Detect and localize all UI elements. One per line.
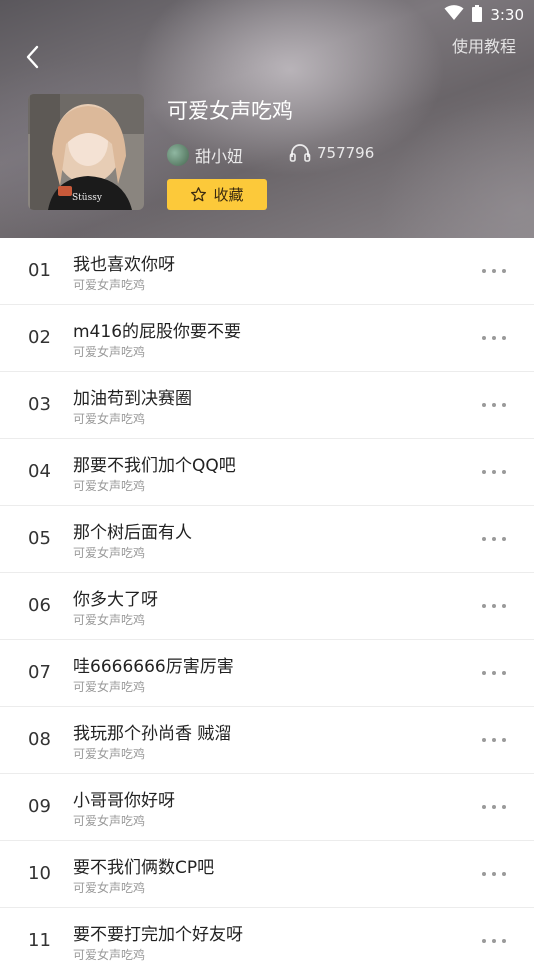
more-options-icon[interactable] bbox=[482, 662, 506, 684]
more-options-icon[interactable] bbox=[482, 729, 506, 751]
song-title: 哇6666666厉害厉害 bbox=[73, 657, 234, 677]
chevron-left-icon bbox=[26, 45, 39, 69]
more-options-icon[interactable] bbox=[482, 796, 506, 818]
song-index: 04 bbox=[28, 461, 51, 482]
song-subtitle: 可爱女声吃鸡 bbox=[73, 546, 146, 560]
song-subtitle: 可爱女声吃鸡 bbox=[73, 278, 146, 292]
song-subtitle: 可爱女声吃鸡 bbox=[73, 412, 146, 426]
song-row[interactable]: 09 小哥哥你好呀 可爱女声吃鸡 bbox=[0, 774, 534, 841]
song-row[interactable]: 04 那要不我们加个QQ吧 可爱女声吃鸡 bbox=[0, 439, 534, 506]
back-button[interactable] bbox=[18, 43, 46, 71]
song-title: m416的屁股你要不要 bbox=[73, 322, 242, 342]
song-title: 那个树后面有人 bbox=[73, 523, 192, 543]
song-title: 那要不我们加个QQ吧 bbox=[73, 456, 236, 476]
song-index: 01 bbox=[28, 260, 51, 281]
more-options-icon[interactable] bbox=[482, 863, 506, 885]
song-subtitle: 可爱女声吃鸡 bbox=[73, 881, 146, 895]
more-options-icon[interactable] bbox=[482, 528, 506, 550]
song-index: 02 bbox=[28, 327, 51, 348]
song-index: 09 bbox=[28, 796, 51, 817]
song-row[interactable]: 07 哇6666666厉害厉害 可爱女声吃鸡 bbox=[0, 640, 534, 707]
headphones-icon bbox=[289, 144, 311, 162]
play-count-value: 757796 bbox=[317, 144, 375, 162]
song-title: 小哥哥你好呀 bbox=[73, 791, 175, 811]
song-row[interactable]: 01 我也喜欢你呀 可爱女声吃鸡 bbox=[0, 238, 534, 305]
song-title: 我玩那个孙尚香 贼溜 bbox=[73, 724, 232, 744]
song-row[interactable]: 03 加油苟到决赛圈 可爱女声吃鸡 bbox=[0, 372, 534, 439]
song-index: 03 bbox=[28, 394, 51, 415]
more-options-icon[interactable] bbox=[482, 394, 506, 416]
song-index: 07 bbox=[28, 662, 51, 683]
song-title: 加油苟到决赛圈 bbox=[73, 389, 192, 409]
song-index: 06 bbox=[28, 595, 51, 616]
song-list: 01 我也喜欢你呀 可爱女声吃鸡 02 m416的屁股你要不要 可爱女声吃鸡 0… bbox=[0, 238, 534, 974]
more-options-icon[interactable] bbox=[482, 461, 506, 483]
battery-icon bbox=[472, 4, 483, 26]
song-title: 你多大了呀 bbox=[73, 590, 158, 610]
song-row[interactable]: 11 要不要打完加个好友呀 可爱女声吃鸡 bbox=[0, 908, 534, 974]
song-row[interactable]: 10 要不我们俩数CP吧 可爱女声吃鸡 bbox=[0, 841, 534, 908]
song-subtitle: 可爱女声吃鸡 bbox=[73, 814, 146, 828]
favorite-label: 收藏 bbox=[213, 186, 244, 204]
author-avatar bbox=[167, 144, 189, 166]
song-subtitle: 可爱女声吃鸡 bbox=[73, 345, 146, 359]
tutorial-link[interactable]: 使用教程 bbox=[452, 33, 516, 57]
author-info[interactable]: 甜小妞 bbox=[167, 143, 243, 167]
status-time: 3:30 bbox=[490, 6, 524, 24]
status-bar: 3:30 bbox=[444, 0, 524, 30]
song-subtitle: 可爱女声吃鸡 bbox=[73, 680, 146, 694]
song-subtitle: 可爱女声吃鸡 bbox=[73, 747, 146, 761]
more-options-icon[interactable] bbox=[482, 327, 506, 349]
song-subtitle: 可爱女声吃鸡 bbox=[73, 613, 146, 627]
album-title: 可爱女声吃鸡 bbox=[167, 99, 293, 123]
song-index: 08 bbox=[28, 729, 51, 750]
song-title: 要不我们俩数CP吧 bbox=[73, 858, 215, 878]
song-row[interactable]: 05 那个树后面有人 可爱女声吃鸡 bbox=[0, 506, 534, 573]
svg-text:Stüssy: Stüssy bbox=[72, 193, 103, 203]
wifi-icon bbox=[444, 5, 464, 25]
song-index: 05 bbox=[28, 528, 51, 549]
song-title: 要不要打完加个好友呀 bbox=[73, 925, 243, 945]
song-index: 10 bbox=[28, 863, 51, 884]
star-icon bbox=[191, 187, 207, 202]
song-subtitle: 可爱女声吃鸡 bbox=[73, 479, 146, 493]
song-row[interactable]: 02 m416的屁股你要不要 可爱女声吃鸡 bbox=[0, 305, 534, 372]
album-cover: Stüssy bbox=[28, 94, 144, 210]
more-options-icon[interactable] bbox=[482, 260, 506, 282]
play-count: 757796 bbox=[289, 143, 374, 163]
song-title: 我也喜欢你呀 bbox=[73, 255, 175, 275]
favorite-button[interactable]: 收藏 bbox=[167, 179, 267, 210]
song-index: 11 bbox=[28, 930, 51, 951]
more-options-icon[interactable] bbox=[482, 595, 506, 617]
author-name: 甜小妞 bbox=[195, 147, 244, 166]
song-row[interactable]: 06 你多大了呀 可爱女声吃鸡 bbox=[0, 573, 534, 640]
song-row[interactable]: 08 我玩那个孙尚香 贼溜 可爱女声吃鸡 bbox=[0, 707, 534, 774]
album-header: 3:30 使用教程 Stüssy 可爱女声吃鸡 甜小妞 757796 收藏 bbox=[0, 0, 534, 238]
